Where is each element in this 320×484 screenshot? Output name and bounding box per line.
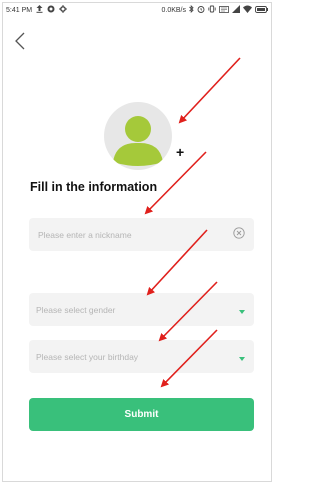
bluetooth-icon bbox=[189, 4, 194, 15]
signal-icon bbox=[232, 5, 240, 15]
add-avatar-plus[interactable]: + bbox=[176, 144, 184, 160]
battery-icon bbox=[255, 5, 268, 15]
submit-button[interactable]: Submit bbox=[29, 398, 254, 431]
upload-icon bbox=[36, 5, 43, 15]
nickname-input[interactable] bbox=[36, 228, 220, 241]
network-speed: 0.0KB/s bbox=[161, 6, 186, 14]
back-button[interactable] bbox=[10, 30, 30, 56]
user-silhouette-icon bbox=[113, 116, 163, 166]
status-left: 5:41 PM bbox=[6, 5, 68, 15]
status-time: 5:41 PM bbox=[6, 6, 33, 14]
gender-select[interactable]: Please select gender bbox=[29, 293, 254, 326]
settings-icon bbox=[59, 5, 68, 15]
dropdown-arrow-icon bbox=[239, 348, 245, 366]
status-bar: 5:41 PM 0.0KB/s bbox=[0, 0, 274, 18]
birthday-placeholder: Please select your birthday bbox=[36, 351, 139, 362]
avatar-upload[interactable]: + bbox=[104, 102, 184, 172]
notification-icon bbox=[47, 5, 55, 15]
nickname-field[interactable] bbox=[29, 218, 254, 251]
avatar[interactable] bbox=[104, 102, 172, 170]
birthday-select[interactable]: Please select your birthday bbox=[29, 340, 254, 373]
gender-placeholder: Please select gender bbox=[36, 304, 116, 315]
clear-icon[interactable] bbox=[233, 226, 245, 244]
form-title: Fill in the information bbox=[30, 180, 158, 194]
wifi-icon bbox=[243, 5, 252, 15]
volte-icon bbox=[219, 5, 229, 15]
status-right: 0.0KB/s bbox=[161, 4, 268, 15]
alarm-icon bbox=[197, 5, 205, 15]
chevron-left-icon bbox=[14, 32, 26, 55]
vibrate-icon bbox=[208, 5, 216, 15]
dropdown-arrow-icon bbox=[239, 301, 245, 319]
